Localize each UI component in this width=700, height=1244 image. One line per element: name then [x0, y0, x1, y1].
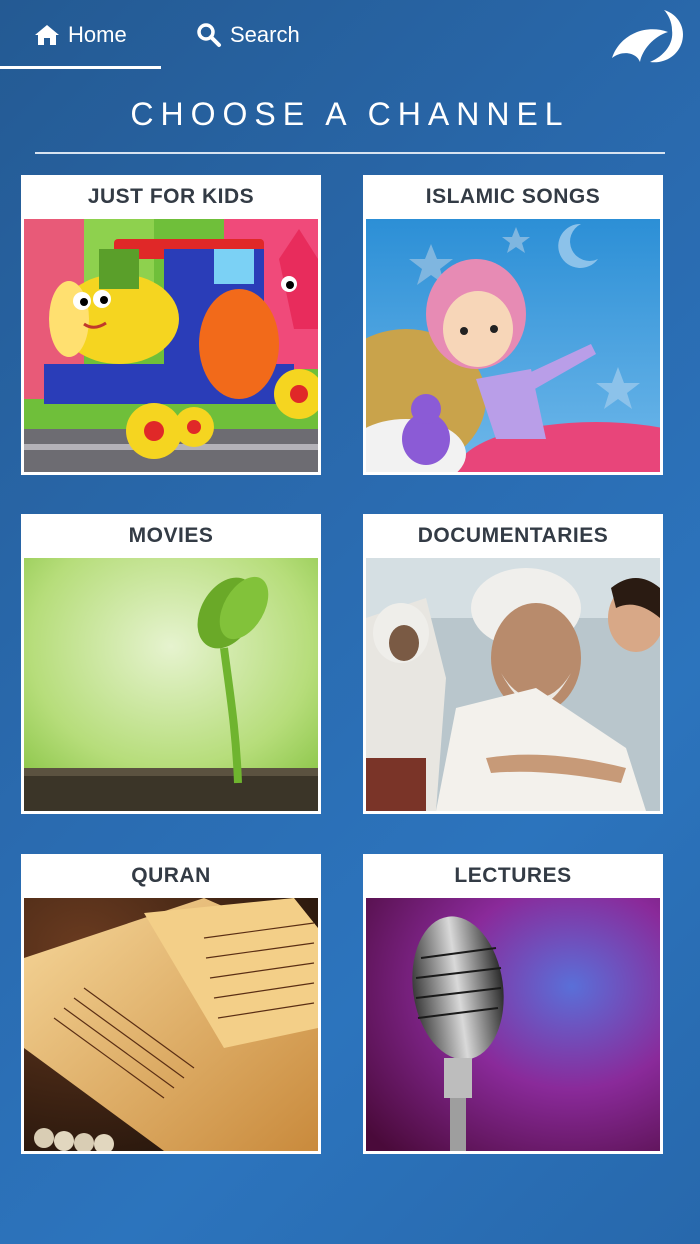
- home-icon: [35, 25, 59, 45]
- channel-card-documentaries[interactable]: DOCUMENTARIES: [363, 514, 663, 814]
- tab-home[interactable]: Home: [34, 0, 127, 70]
- channel-title: DOCUMENTARIES: [417, 524, 609, 547]
- active-tab-indicator: [0, 66, 161, 69]
- page-title: CHOOSE A CHANNEL: [130, 96, 570, 132]
- tab-search[interactable]: Search: [196, 0, 300, 70]
- channel-card-quran[interactable]: QURAN: [21, 854, 321, 1154]
- channel-thumbnail: [24, 558, 318, 811]
- channel-thumbnail: [24, 898, 318, 1151]
- channel-title: ISLAMIC SONGS: [425, 185, 601, 208]
- channel-title: MOVIES: [128, 524, 214, 547]
- channel-title: JUST FOR KIDS: [87, 185, 255, 208]
- channel-card-movies[interactable]: MOVIES: [21, 514, 321, 814]
- channel-thumbnail: [24, 219, 318, 472]
- channel-title: LECTURES: [454, 864, 572, 887]
- tab-search-label: Search: [230, 22, 300, 47]
- search-icon: [197, 23, 221, 47]
- tab-home-label: Home: [68, 22, 127, 47]
- channel-thumbnail: [366, 558, 660, 811]
- channel-thumbnail: [366, 219, 660, 472]
- channel-card-islamic-songs[interactable]: ISLAMIC SONGS: [363, 175, 663, 475]
- crescent-logo-icon[interactable]: [606, 6, 688, 66]
- channel-thumbnail: [366, 898, 660, 1151]
- channel-card-lectures[interactable]: LECTURES: [363, 854, 663, 1154]
- channel-card-just-for-kids[interactable]: JUST FOR KIDS: [21, 175, 321, 475]
- title-divider: [35, 152, 665, 154]
- channel-title: QURAN: [131, 864, 211, 887]
